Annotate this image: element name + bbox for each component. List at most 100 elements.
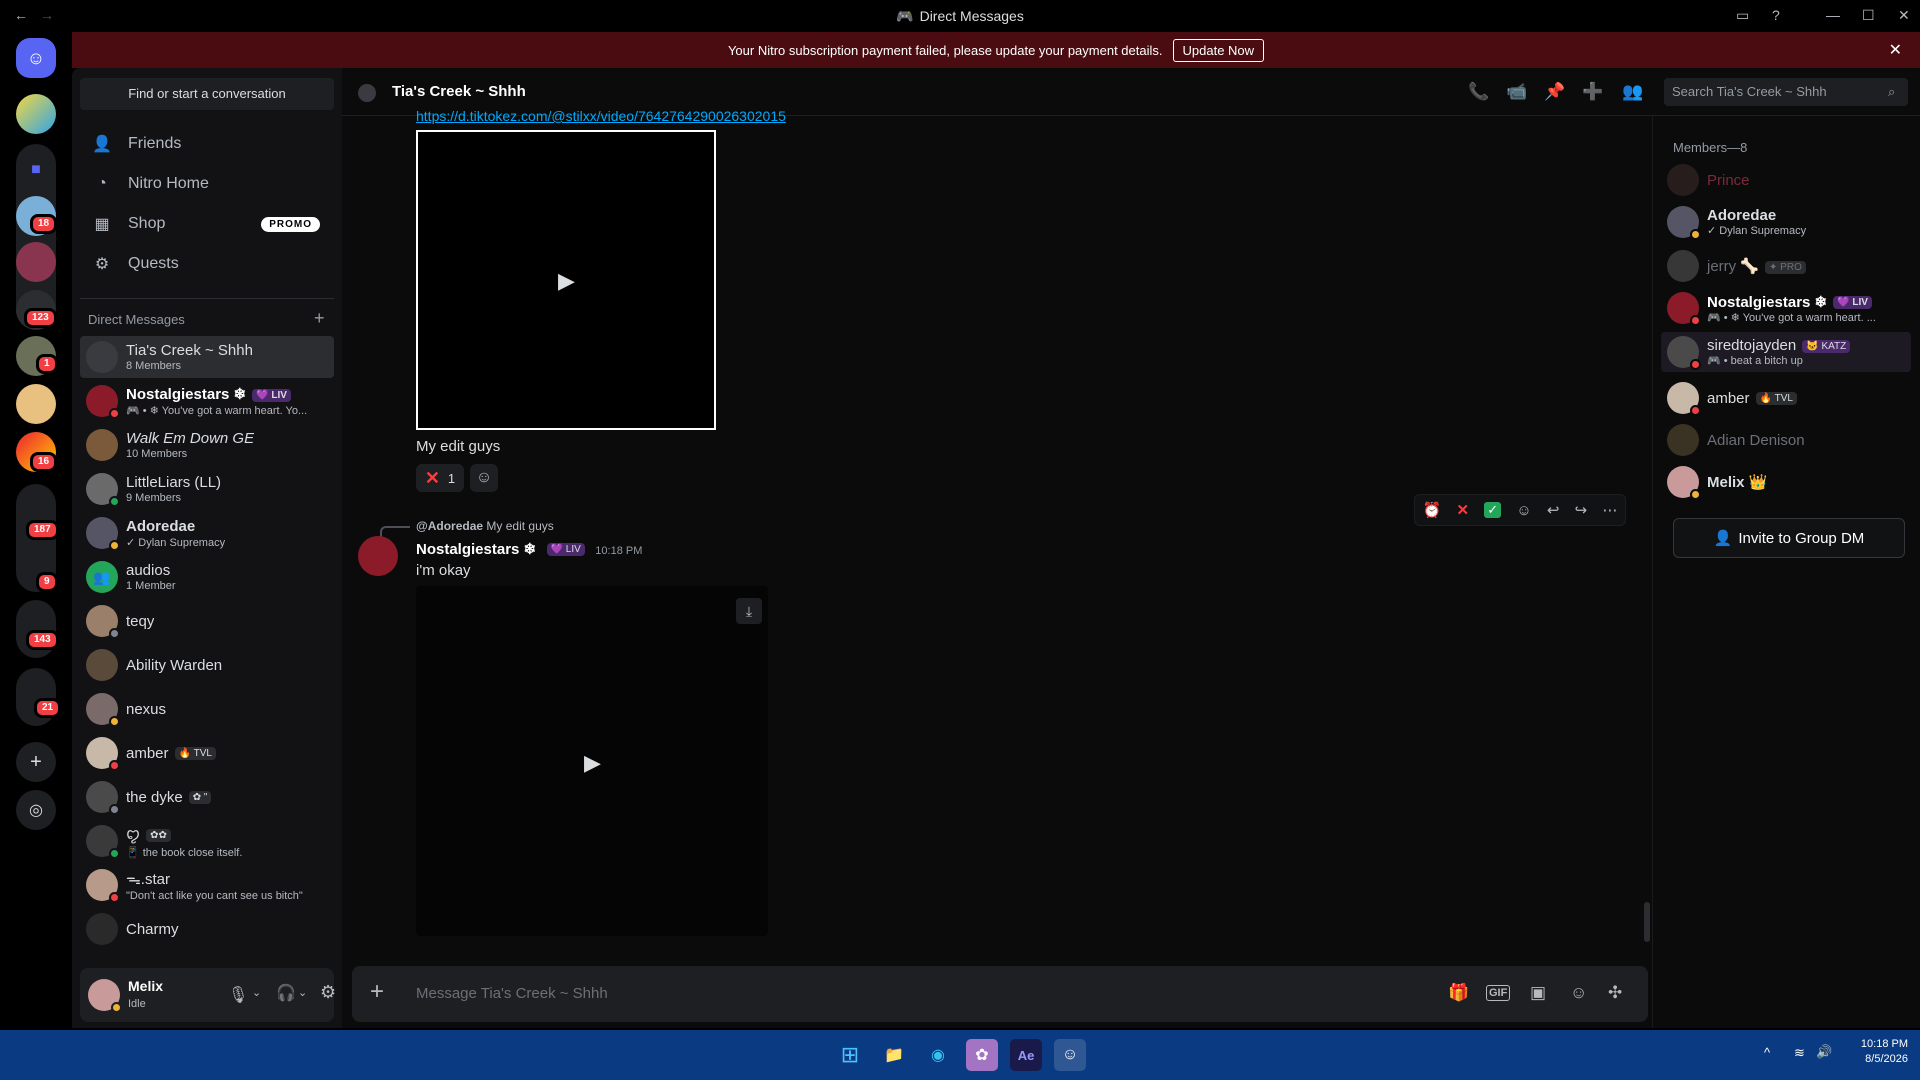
clock-date: 8/5/2026 [1865, 1053, 1908, 1065]
video-embed[interactable]: ▶ [416, 130, 716, 430]
add-server-icon[interactable]: + [16, 742, 56, 782]
explore-icon[interactable]: ◎ [16, 790, 56, 830]
avatar [86, 913, 118, 945]
member-item[interactable]: siredtojayden 🐱 KATZ 🎮 • beat a bitch up [1661, 332, 1911, 372]
edge-browser-icon[interactable]: ◉ [922, 1039, 954, 1071]
minimize-icon[interactable]: — [1826, 7, 1840, 23]
message-input[interactable]: Message Tia's Creek ~ Shhh [416, 985, 608, 1002]
add-reaction-icon[interactable]: ☺ [470, 464, 498, 492]
dm-item[interactable]: the dyke ✿ " [80, 776, 334, 818]
member-item[interactable]: amber 🔥 TVL [1661, 378, 1911, 418]
chevron-down-icon[interactable]: ⌄ [298, 986, 307, 999]
after-effects-icon[interactable]: Ae [1010, 1039, 1042, 1071]
search-input[interactable]: Search Tia's Creek ~ Shhh [1664, 78, 1908, 106]
invite-to-group-dm-button[interactable]: 👤 Invite to Group DM [1673, 518, 1905, 558]
server-icon[interactable] [16, 242, 56, 282]
member-item[interactable]: Adoredae ✓ Dylan Supremacy [1661, 202, 1911, 242]
dm-item[interactable]: 👥 audios 1 Member [80, 556, 334, 598]
app-icon[interactable]: ✿ [966, 1039, 998, 1071]
play-icon[interactable]: ▶ [558, 268, 575, 294]
reaction-button[interactable]: ✕ 1 [416, 464, 464, 492]
clock[interactable]: 10:18 PM 8/5/2026 [1848, 1038, 1908, 1065]
gif-icon[interactable]: GIF [1486, 985, 1511, 1001]
chevron-down-icon[interactable]: ⌄ [252, 986, 261, 999]
forward-icon[interactable]: ↪ [1575, 501, 1588, 519]
file-explorer-icon[interactable]: 📁 [878, 1039, 910, 1071]
gift-icon[interactable]: 🎁 [1448, 983, 1469, 1003]
member-item[interactable]: Nostalgiestars ❄ 💜 LIV 🎮 • ❄ You've got a … [1661, 288, 1911, 328]
avatar[interactable] [88, 979, 122, 1013]
upload-plus-icon[interactable]: + [370, 978, 384, 1006]
start-menu-icon[interactable]: ⊞ [834, 1039, 866, 1071]
create-dm-icon[interactable]: + [314, 308, 325, 329]
dm-item[interactable]: Ability Warden [80, 644, 334, 686]
dm-name: Charmy [126, 920, 179, 938]
server-icon[interactable] [16, 384, 56, 424]
dm-item[interactable]: amber 🔥 TVL [80, 732, 334, 774]
sticker-icon[interactable]: ▣ [1530, 983, 1546, 1003]
member-item[interactable]: jerry 🦴 ✦ PRO [1661, 246, 1911, 286]
update-now-button[interactable]: Update Now [1172, 38, 1265, 62]
server-icon[interactable] [16, 94, 56, 134]
chevron-up-icon[interactable]: ^ [1764, 1045, 1770, 1060]
dm-item[interactable]: Charmy [80, 908, 334, 950]
folder-icon[interactable]: ■ [16, 150, 56, 190]
microphone-icon[interactable]: 🎙 [228, 985, 248, 1005]
wifi-icon[interactable]: ≋ [1794, 1045, 1805, 1061]
add-reaction-icon[interactable]: ☺ [1516, 502, 1531, 519]
nav-quests[interactable]: ⚙ Quests [80, 246, 334, 282]
apps-icon[interactable]: ✣ [1608, 983, 1622, 1003]
dm-name: teqy [126, 612, 155, 630]
member-item[interactable]: Melix 👑 [1661, 462, 1911, 502]
avatar [86, 869, 120, 903]
help-icon[interactable]: ? [1772, 7, 1780, 23]
play-icon[interactable]: ▶ [584, 750, 601, 776]
video-call-icon[interactable]: 📹 [1506, 82, 1527, 102]
dm-item[interactable]: Adoredae ✓ Dylan Supremacy [80, 512, 334, 554]
reply-icon[interactable]: ↩ [1547, 501, 1560, 519]
nav-shop[interactable]: ▦ Shop PROMO [80, 206, 334, 242]
maximize-icon[interactable]: ☐ [1862, 7, 1875, 24]
alarm-clock-icon[interactable]: ⏰ [1423, 501, 1442, 519]
message-list[interactable]: https://d.tiktokez.com/@stilxx/video/764… [342, 108, 1652, 1028]
dm-item[interactable]: Nostalgiestars ❄ 💜 LIV 🎮 • ❄ You've got a … [80, 380, 334, 422]
pinned-messages-icon[interactable]: 📌 [1544, 82, 1565, 102]
video-embed[interactable]: ⤓ ▶ [416, 586, 768, 936]
close-window-icon[interactable]: ✕ [1898, 7, 1910, 24]
dm-item[interactable]: Tia's Creek ~ Shhh 8 Members [80, 336, 334, 378]
close-icon[interactable]: ✕ [1889, 40, 1902, 60]
voice-call-icon[interactable]: 📞 [1468, 82, 1489, 102]
settings-gear-icon[interactable]: ⚙ [320, 982, 336, 1003]
member-item[interactable]: Adian Denison [1661, 420, 1911, 460]
dm-item[interactable]: Walk Em Down GE 10 Members [80, 424, 334, 466]
member-item[interactable]: Prince [1661, 160, 1911, 200]
inbox-icon[interactable]: ▭ [1736, 7, 1749, 24]
author-name[interactable]: Nostalgiestars ❄ [416, 541, 536, 558]
home-button[interactable]: ☺ [16, 38, 56, 78]
author-avatar[interactable] [358, 536, 398, 576]
message-link[interactable]: https://d.tiktokez.com/@stilxx/video/764… [416, 108, 836, 124]
headphones-icon[interactable]: 🎧 [276, 983, 296, 1003]
scrollbar[interactable] [1644, 902, 1650, 942]
nav-friends[interactable]: 👤 Friends [80, 126, 334, 162]
dm-item[interactable]: LittleLiars (LL) 9 Members [80, 468, 334, 510]
nav-nitro-home[interactable]: ◔ Nitro Home [80, 166, 334, 202]
dm-item[interactable]: ꨄ ✿✿ 📱 the book close itself. [80, 820, 334, 862]
more-options-icon[interactable]: ⋯ [1602, 501, 1617, 519]
member-subtext: 🎮 • beat a bitch up [1707, 355, 1803, 367]
dm-item[interactable]: nexus [80, 688, 334, 730]
discord-taskbar-icon[interactable]: ☺ [1054, 1039, 1086, 1071]
cross-mark-icon[interactable]: ✕ [1456, 501, 1469, 519]
volume-icon[interactable]: 🔊 [1816, 1044, 1832, 1060]
member-list-icon[interactable]: 👥 [1622, 82, 1643, 102]
emoji-icon[interactable]: ☺ [1570, 983, 1587, 1003]
download-icon[interactable]: ⤓ [736, 598, 762, 624]
dm-item[interactable]: teqy [80, 600, 334, 642]
find-conversation-button[interactable]: Find or start a conversation [80, 78, 334, 110]
dm-item[interactable]: ᯓ.star "Don't act like you cant see us bi… [80, 864, 334, 906]
add-friends-to-dm-icon[interactable]: ➕ [1582, 82, 1603, 102]
member-subtext: 🎮 • ❄ You've got a warm heart. ... [1707, 311, 1876, 324]
reply-preview[interactable]: @Adoredae My edit guys [416, 519, 554, 533]
message-timestamp: 10:18 PM [595, 545, 643, 557]
check-mark-icon[interactable]: ✓ [1484, 502, 1502, 518]
